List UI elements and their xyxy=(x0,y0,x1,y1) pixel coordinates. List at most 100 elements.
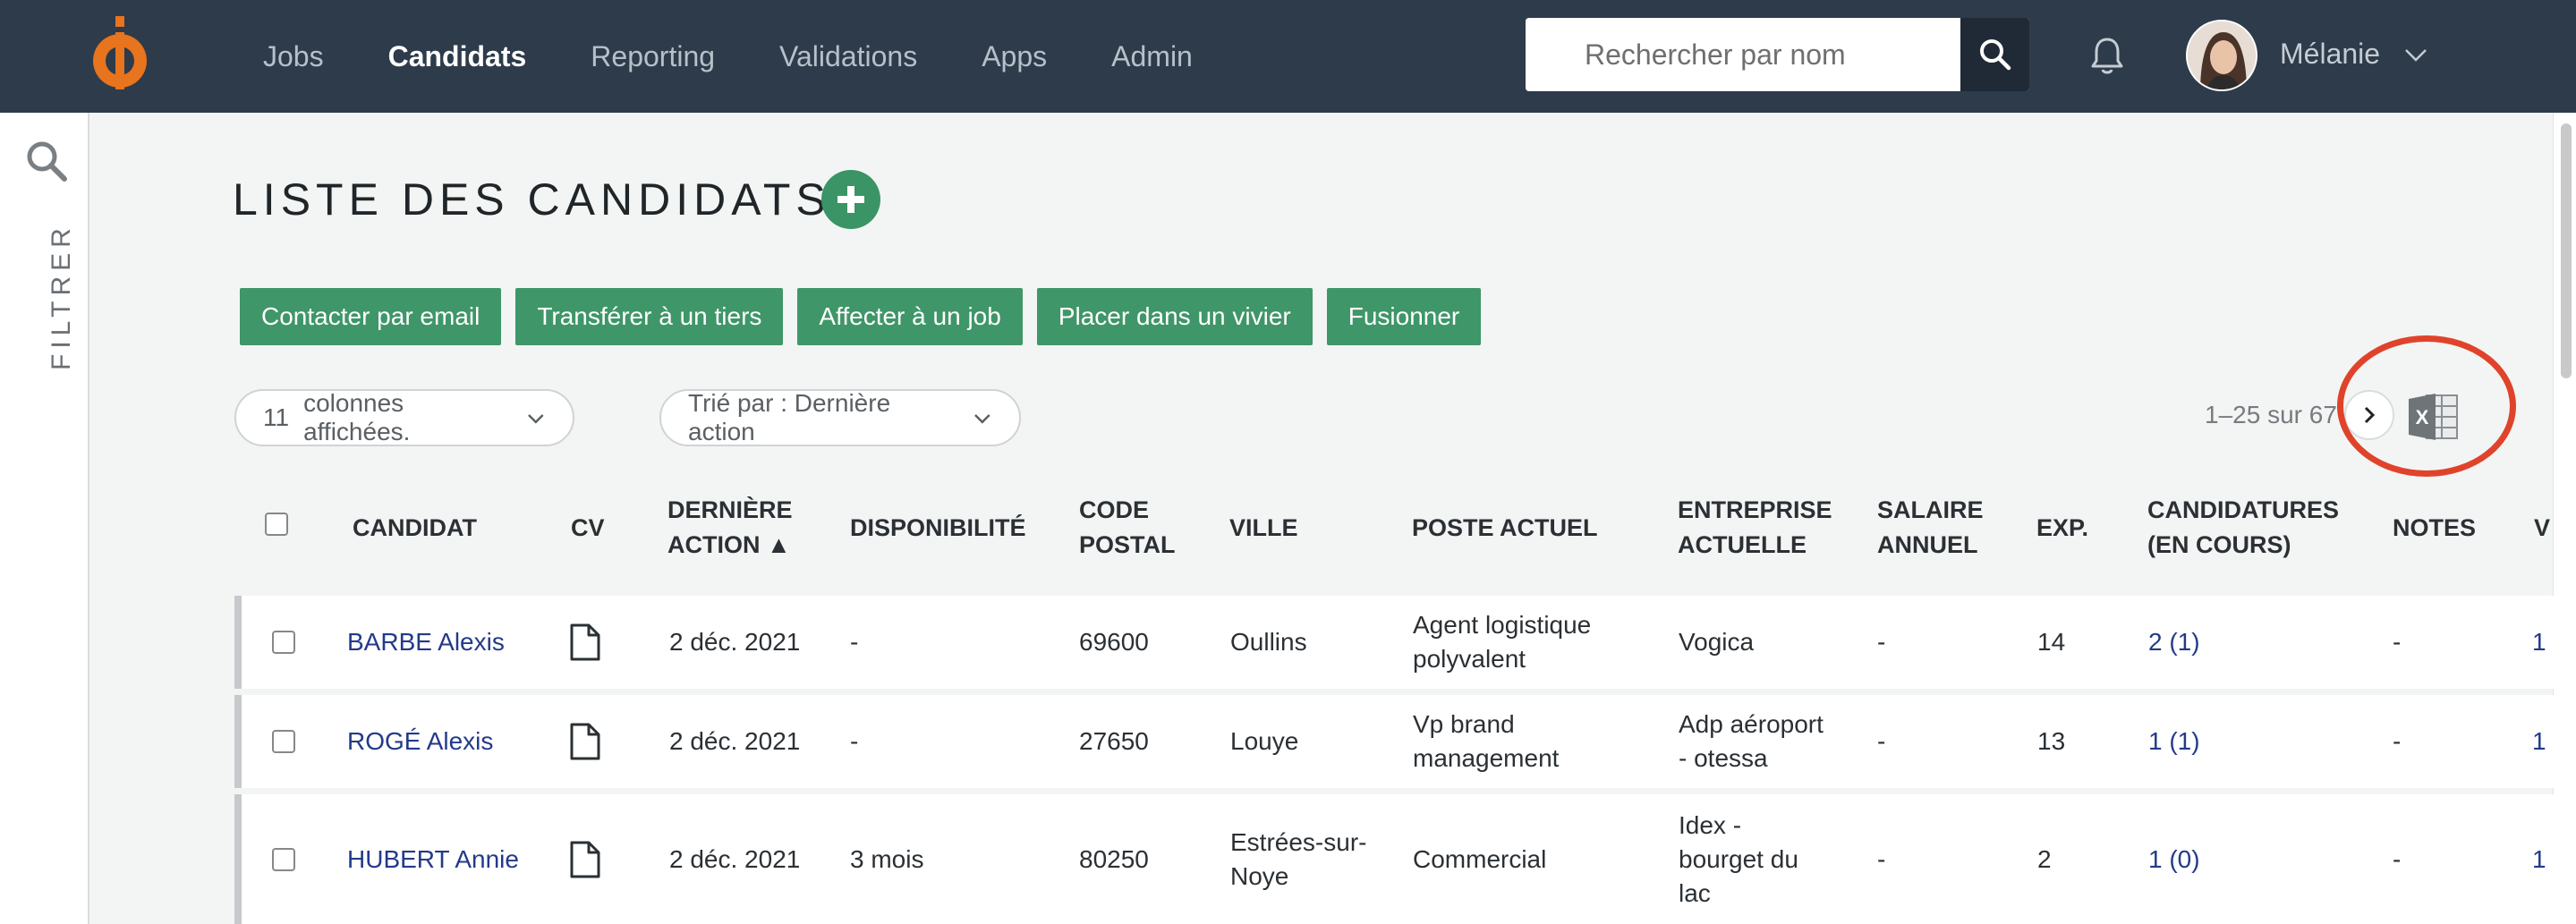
contact-by-email-button[interactable]: Contacter par email xyxy=(240,288,502,345)
top-navigation-bar: Jobs Candidats Reporting Validations App… xyxy=(0,0,2576,113)
ville-cell: Louye xyxy=(1230,725,1298,759)
poste-line2: polyvalent xyxy=(1413,645,1526,673)
user-photo xyxy=(2188,21,2256,89)
ville-cell: Oullins xyxy=(1230,625,1307,659)
poste-line1: Agent logistique xyxy=(1413,611,1592,639)
disponibilite-cell: 3 mois xyxy=(850,845,924,873)
columns-dropdown[interactable]: 11 colonnes affichées. xyxy=(234,389,574,446)
header-poste-actuel[interactable]: POSTE ACTUEL xyxy=(1412,511,1598,546)
add-candidate-button[interactable] xyxy=(821,170,880,229)
ville-cell: Estrées-sur- Noye xyxy=(1230,826,1366,894)
poste-line1: Vp brand xyxy=(1413,710,1515,738)
row-checkbox[interactable] xyxy=(272,631,295,654)
poste-line2: management xyxy=(1413,744,1560,772)
header-v[interactable]: V xyxy=(2534,511,2550,546)
assign-to-job-button[interactable]: Affecter à un job xyxy=(797,288,1023,345)
filter-label[interactable]: FILTRER xyxy=(47,223,77,370)
header-derniere-line1: DERNIÈRE xyxy=(667,496,793,523)
plus-icon xyxy=(837,186,864,213)
code-postal-cell: 69600 xyxy=(1079,628,1149,656)
candidate-name-link[interactable]: BARBE Alexis xyxy=(347,625,505,659)
table-row[interactable]: BARBE Alexis 2 déc. 2021 - 69600 Oullins… xyxy=(234,596,2561,689)
nav-candidats[interactable]: Candidats xyxy=(388,40,527,73)
v-cell-link[interactable]: 1 xyxy=(2532,725,2546,759)
table-row[interactable]: HUBERT Annie 2 déc. 2021 3 mois 80250 Es… xyxy=(234,794,2561,924)
search-input[interactable] xyxy=(1526,18,1960,91)
row-checkbox[interactable] xyxy=(272,848,295,871)
poste-line1: Commercial xyxy=(1413,845,1547,873)
candidate-name-link[interactable]: HUBERT Annie xyxy=(347,843,519,877)
header-entreprise-actuelle[interactable]: ENTREPRISE ACTUELLE xyxy=(1678,493,1832,563)
v-cell-link[interactable]: 1 xyxy=(2532,625,2546,659)
columns-label: colonnes affichées. xyxy=(303,389,411,445)
ville-line1: Louye xyxy=(1230,727,1299,755)
code-postal-cell: 80250 xyxy=(1079,845,1149,873)
entreprise-line3: lac xyxy=(1679,879,1711,907)
header-salaire-annuel[interactable]: SALAIRE ANNUEL xyxy=(1877,493,1984,563)
transfer-to-third-party-button[interactable]: Transférer à un tiers xyxy=(515,288,784,345)
chevron-down-icon[interactable] xyxy=(2402,41,2429,68)
search-button[interactable] xyxy=(1960,18,2029,91)
notes-cell: - xyxy=(2393,845,2402,873)
nav-admin[interactable]: Admin xyxy=(1111,40,1193,73)
exp-cell: 14 xyxy=(2037,628,2066,656)
header-candidatures-line2: (EN COURS) xyxy=(2147,531,2291,558)
nav-apps[interactable]: Apps xyxy=(982,40,1047,73)
nav-validations[interactable]: Validations xyxy=(779,40,917,73)
header-entreprise-line2: ACTUELLE xyxy=(1678,531,1807,558)
header-entreprise-line1: ENTREPRISE xyxy=(1678,496,1832,523)
nav-reporting[interactable]: Reporting xyxy=(591,40,715,73)
salaire-cell: - xyxy=(1877,628,1886,656)
notes-cell: - xyxy=(2393,727,2402,755)
header-code-postal[interactable]: CODE POSTAL xyxy=(1079,493,1176,563)
candidatures-link[interactable]: 2 (1) xyxy=(2148,625,2200,659)
table-header: CANDIDAT CV DERNIÈRE ACTION ▲ DISPONIBIL… xyxy=(234,487,2561,568)
bulk-actions-toolbar: Contacter par email Transférer à un tier… xyxy=(240,288,1495,345)
header-candidatures[interactable]: CANDIDATURES (EN COURS) xyxy=(2147,493,2339,563)
header-notes[interactable]: NOTES xyxy=(2393,511,2476,546)
disponibilite-cell: - xyxy=(850,628,859,656)
header-derniere-action[interactable]: DERNIÈRE ACTION ▲ xyxy=(667,493,793,563)
annotation-circle xyxy=(2337,335,2516,477)
nav-jobs[interactable]: Jobs xyxy=(263,40,324,73)
filter-sidebar[interactable]: FILTRER xyxy=(0,113,89,924)
poste-cell: Agent logistique polyvalent xyxy=(1413,608,1591,676)
poste-cell: Commercial xyxy=(1413,843,1546,877)
entreprise-line1: Idex - xyxy=(1679,811,1742,839)
candidatures-link[interactable]: 1 (0) xyxy=(2148,843,2200,877)
header-cv[interactable]: CV xyxy=(571,511,605,546)
row-checkbox[interactable] xyxy=(272,730,295,753)
entreprise-line1: Adp aéroport xyxy=(1679,710,1824,738)
cv-document-icon[interactable] xyxy=(569,722,601,761)
derniere-action-cell: 2 déc. 2021 xyxy=(669,845,801,873)
salaire-cell: - xyxy=(1877,727,1886,755)
app-logo[interactable] xyxy=(88,16,152,93)
merge-button[interactable]: Fusionner xyxy=(1326,288,1482,345)
cv-document-icon[interactable] xyxy=(569,623,601,662)
header-code-line1: CODE xyxy=(1079,496,1150,523)
header-exp[interactable]: EXP. xyxy=(2036,511,2088,546)
sort-dropdown[interactable]: Trié par : Dernière action xyxy=(659,389,1021,446)
user-name[interactable]: Mélanie xyxy=(2280,38,2380,71)
header-disponibilite[interactable]: DISPONIBILITÉ xyxy=(850,511,1026,546)
search-icon[interactable] xyxy=(23,138,70,184)
place-in-pool-button[interactable]: Placer dans un vivier xyxy=(1036,288,1313,345)
entreprise-cell: Vogica xyxy=(1679,625,1754,659)
derniere-action-cell: 2 déc. 2021 xyxy=(669,727,801,755)
header-candidat[interactable]: CANDIDAT xyxy=(353,511,477,546)
table-row[interactable]: ROGÉ Alexis 2 déc. 2021 - 27650 Louye Vp… xyxy=(234,695,2561,788)
candidate-name-link[interactable]: ROGÉ Alexis xyxy=(347,725,493,759)
user-avatar[interactable] xyxy=(2186,20,2257,91)
v-cell-link[interactable]: 1 xyxy=(2532,843,2546,877)
search-box xyxy=(1526,18,2029,91)
notification-bell-icon[interactable] xyxy=(2086,34,2129,77)
pagination-info: 1–25 sur 67 xyxy=(2205,401,2337,428)
select-all-checkbox[interactable] xyxy=(265,513,288,536)
header-ville[interactable]: VILLE xyxy=(1229,511,1298,546)
exp-cell: 2 xyxy=(2037,845,2052,873)
salaire-cell: - xyxy=(1877,845,1886,873)
candidatures-link[interactable]: 1 (1) xyxy=(2148,725,2200,759)
scrollbar-thumb[interactable] xyxy=(2561,123,2572,378)
header-candidatures-line1: CANDIDATURES xyxy=(2147,496,2339,523)
cv-document-icon[interactable] xyxy=(569,840,601,879)
